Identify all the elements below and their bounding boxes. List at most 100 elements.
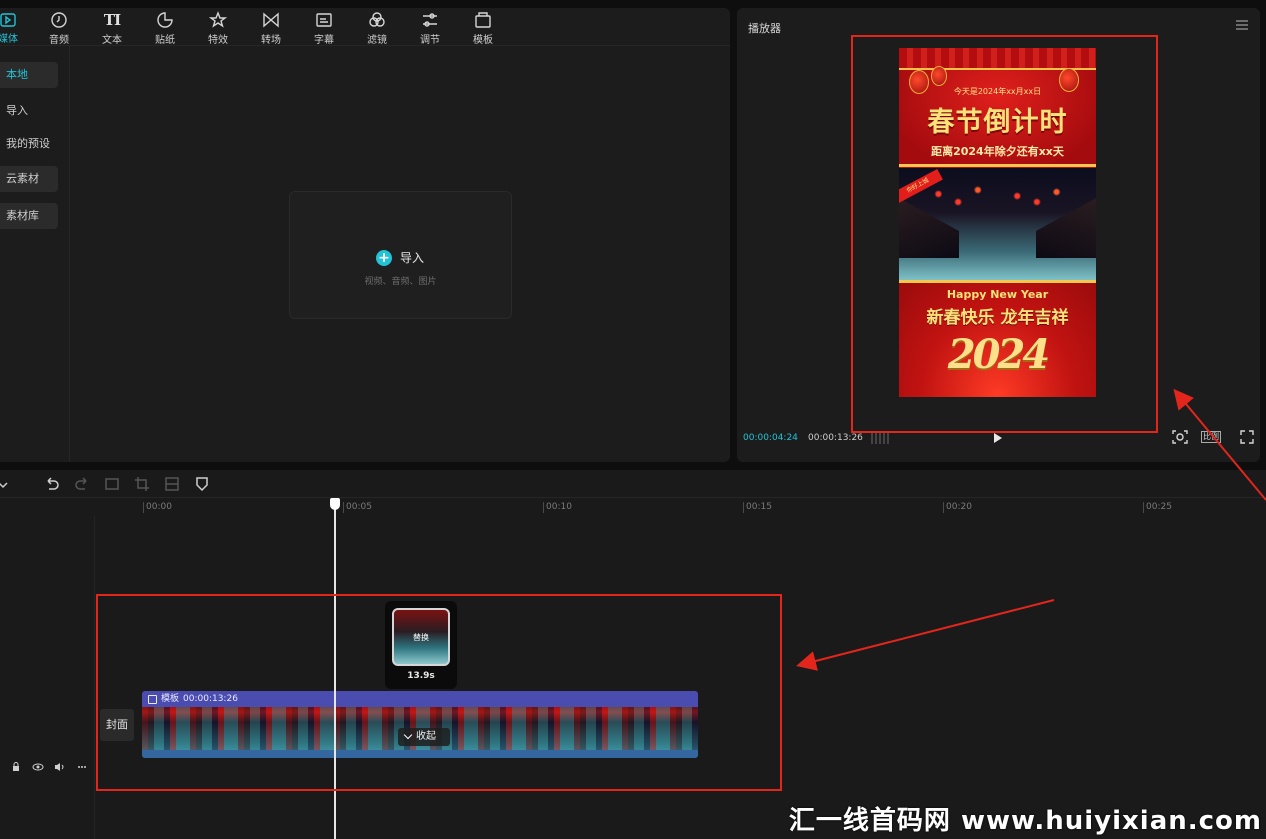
tool-adjust[interactable]: 调节 — [410, 11, 450, 46]
poster-english: Happy New Year — [946, 288, 1049, 301]
tool-template-label: 模板 — [473, 35, 493, 46]
plus-icon: + — [376, 249, 392, 266]
tool-text[interactable]: TI 文本 — [92, 11, 132, 46]
ruler-label: 00:25 — [1146, 502, 1172, 512]
clip-tag: 模板 — [161, 694, 180, 704]
effects-icon — [209, 11, 227, 29]
collapse-button[interactable]: 收起 — [398, 728, 450, 746]
playhead[interactable] — [334, 500, 336, 839]
player-panel: 播放器 今天是2024年xx月xx日 春节倒计时 距离2024年除夕还有xx天 … — [737, 8, 1260, 462]
clip-header: 模板 00:00:13:26 — [142, 691, 698, 707]
fullscreen-icon[interactable] — [1239, 429, 1257, 445]
import-button[interactable]: + 导入 — [376, 249, 424, 266]
text-icon: TI — [104, 11, 121, 29]
timeline-toolbar — [0, 470, 1266, 498]
poster-countdown: 距离2024年除夕还有xx天 — [931, 145, 1064, 158]
main-toolbar: 媒体 音频 TI 文本 贴纸 特效 转场 字幕 滤镜 调节 模板 — [0, 8, 730, 46]
tool-template[interactable]: 模板 — [463, 11, 503, 46]
tool-effects[interactable]: 特效 — [198, 11, 238, 46]
sidebar-item-local[interactable]: 本地 — [0, 62, 58, 88]
sidebar-item-presets[interactable]: 我的预设 — [0, 131, 58, 157]
tool-sticker-label: 贴纸 — [155, 35, 175, 46]
import-label: 导入 — [400, 251, 425, 265]
tool-audio[interactable]: 音频 — [39, 11, 79, 46]
zoom-fit-icon[interactable] — [1171, 429, 1189, 445]
tool-effects-label: 特效 — [208, 35, 228, 46]
tool-transition-label: 转场 — [261, 35, 281, 46]
import-dropzone[interactable]: + 导入 视频、音频、图片 — [289, 191, 512, 319]
ruler-tick — [1143, 502, 1144, 513]
media-panel: 媒体 音频 TI 文本 贴纸 特效 转场 字幕 滤镜 调节 模板 本地 导入 我… — [0, 8, 730, 462]
freeze-icon[interactable] — [164, 476, 180, 492]
transition-icon — [262, 11, 280, 29]
template-icon — [148, 694, 157, 704]
time-ruler[interactable]: 00:00 00:05 00:10 00:15 00:20 00:25 — [140, 498, 1266, 516]
chevron-down-icon[interactable] — [0, 476, 8, 492]
tool-text-label: 文本 — [102, 35, 122, 46]
tool-media-label: 媒体 — [0, 34, 18, 45]
split-icon[interactable] — [104, 476, 120, 492]
clip-duration: 00:00:13:26 — [183, 694, 238, 704]
volume-icon[interactable] — [54, 762, 66, 775]
tool-subtitle-label: 字幕 — [314, 35, 334, 46]
total-time: 00:00:13:26 — [808, 433, 863, 443]
marker-icon[interactable] — [194, 476, 210, 492]
poster-date: 今天是2024年xx月xx日 — [953, 87, 1042, 96]
replace-label[interactable]: 替换 — [394, 632, 448, 643]
tool-audio-label: 音频 — [49, 35, 69, 46]
thumbnail-duration: 13.9s — [407, 671, 435, 681]
sidebar-item-cloud[interactable]: 云素材 — [0, 166, 58, 192]
ratio-label: 比例 — [1201, 431, 1221, 443]
poster-year: 2024 — [947, 331, 1050, 378]
tool-filter[interactable]: 滤镜 — [357, 11, 397, 46]
sidebar-item-library[interactable]: 素材库 — [0, 203, 58, 229]
ruler-label: 00:20 — [946, 502, 972, 512]
eye-icon[interactable] — [32, 762, 44, 775]
poster-greeting: 新春快乐 龙年吉祥 — [926, 308, 1069, 328]
lock-icon[interactable] — [11, 762, 21, 775]
template-clip[interactable]: 模板 00:00:13:26 收起 — [142, 691, 698, 758]
adjust-icon — [421, 11, 439, 29]
audio-icon — [50, 11, 68, 29]
watermark: 汇一线首码网 www.huiyixian.com — [788, 806, 1262, 836]
track-header — [0, 516, 95, 839]
undo-icon[interactable] — [44, 476, 60, 492]
template-thumbnail[interactable]: 替换 13.9s — [385, 601, 457, 689]
ruler-label: 00:05 — [346, 502, 372, 512]
ruler-tick — [943, 502, 944, 513]
ruler-label: 00:15 — [746, 502, 772, 512]
video-preview: 今天是2024年xx月xx日 春节倒计时 距离2024年除夕还有xx天 你好上城… — [899, 48, 1096, 397]
tool-subtitle[interactable]: 字幕 — [304, 11, 344, 46]
playhead-handle[interactable] — [330, 498, 340, 510]
curtain-decoration — [899, 48, 1096, 70]
waveform-icon — [871, 432, 891, 444]
tool-adjust-label: 调节 — [420, 35, 440, 46]
redo-icon[interactable] — [74, 476, 90, 492]
clip-frames: 收起 — [142, 707, 698, 758]
crop-icon[interactable] — [134, 476, 150, 492]
more-icon[interactable] — [77, 762, 87, 775]
filter-icon — [368, 11, 386, 29]
ruler-tick — [543, 502, 544, 513]
subtitle-icon — [315, 11, 333, 29]
player-title: 播放器 — [748, 22, 781, 35]
poster-headline: 春节倒计时 — [927, 107, 1068, 138]
timeline-panel: 00:00 00:05 00:10 00:15 00:20 00:25 封面 替… — [0, 470, 1266, 839]
poster-street-scene: 你好上城 — [899, 168, 1096, 280]
tool-sticker[interactable]: 贴纸 — [145, 11, 185, 46]
ratio-button[interactable]: 比例 — [1199, 429, 1223, 445]
cover-button[interactable]: 封面 — [100, 709, 134, 741]
play-button[interactable] — [994, 433, 1002, 443]
sticker-icon — [156, 11, 174, 29]
ruler-tick — [143, 502, 144, 513]
template-icon — [474, 11, 492, 29]
media-icon — [0, 11, 17, 28]
poster-bottom: Happy New Year 新春快乐 龙年吉祥 2024 — [899, 283, 1096, 397]
thumbnail-image: 替换 — [392, 608, 450, 666]
tool-filter-label: 滤镜 — [367, 35, 387, 46]
tool-media[interactable]: 媒体 — [0, 11, 28, 45]
menu-icon[interactable] — [1236, 20, 1248, 30]
lantern-icon — [931, 66, 947, 86]
sidebar-item-import[interactable]: 导入 — [0, 98, 58, 124]
tool-transition[interactable]: 转场 — [251, 11, 291, 46]
